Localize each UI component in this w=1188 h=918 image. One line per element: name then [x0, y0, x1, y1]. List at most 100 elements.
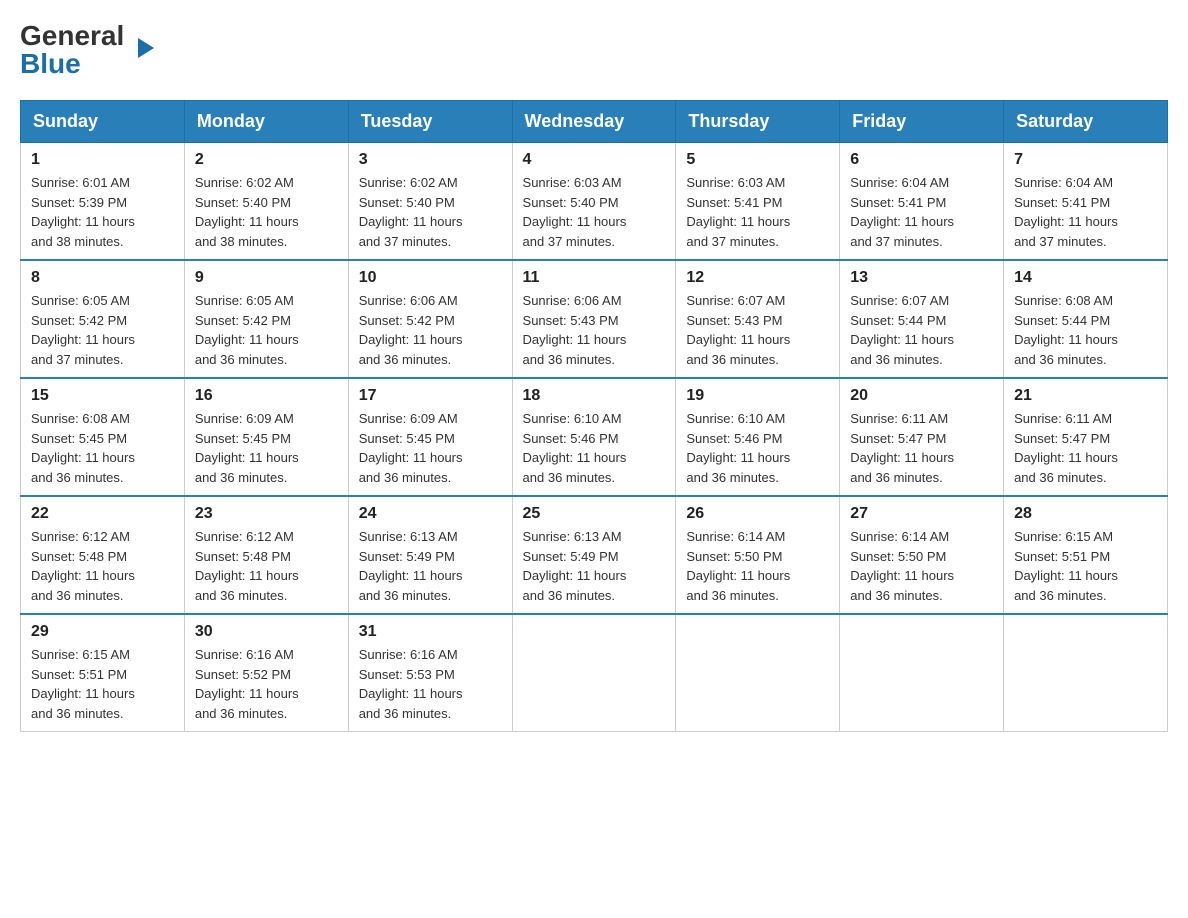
- calendar-cell: 5 Sunrise: 6:03 AMSunset: 5:41 PMDaylight…: [676, 143, 840, 261]
- day-info: Sunrise: 6:14 AMSunset: 5:50 PMDaylight:…: [686, 527, 829, 605]
- logo: General Blue: [20, 20, 138, 80]
- calendar-cell: [512, 614, 676, 732]
- calendar-cell: 3Sunrise: 6:02 AMSunset: 5:40 PMDaylight…: [348, 143, 512, 261]
- day-info: Sunrise: 6:15 AMSunset: 5:51 PMDaylight:…: [1014, 527, 1157, 605]
- calendar-week-row-3: 15 Sunrise: 6:08 AMSunset: 5:45 PMDayligh…: [21, 378, 1168, 496]
- day-number: 8: [31, 269, 174, 287]
- day-number: 23: [195, 505, 338, 523]
- header-wednesday: Wednesday: [512, 101, 676, 143]
- day-info: Sunrise: 6:08 AMSunset: 5:44 PMDaylight:…: [1014, 291, 1157, 369]
- day-number: 1: [31, 151, 174, 169]
- day-number: 18: [523, 387, 666, 405]
- calendar-cell: 29 Sunrise: 6:15 AMSunset: 5:51 PMDayligh…: [21, 614, 185, 732]
- day-number: 28: [1014, 505, 1157, 523]
- calendar-cell: 23 Sunrise: 6:12 AMSunset: 5:48 PMDayligh…: [184, 496, 348, 614]
- day-number: 29: [31, 623, 174, 641]
- day-number: 2: [195, 151, 338, 169]
- calendar-cell: 2 Sunrise: 6:02 AMSunset: 5:40 PMDaylight…: [184, 143, 348, 261]
- calendar-week-row-4: 22 Sunrise: 6:12 AMSunset: 5:48 PMDayligh…: [21, 496, 1168, 614]
- calendar-week-row-1: 1 Sunrise: 6:01 AMSunset: 5:39 PMDaylight…: [21, 143, 1168, 261]
- day-info: Sunrise: 6:03 AMSunset: 5:40 PMDaylight:…: [523, 173, 666, 251]
- calendar-cell: 20 Sunrise: 6:11 AMSunset: 5:47 PMDayligh…: [840, 378, 1004, 496]
- calendar-cell: 28 Sunrise: 6:15 AMSunset: 5:51 PMDayligh…: [1004, 496, 1168, 614]
- calendar-table: Sunday Monday Tuesday Wednesday Thursday…: [20, 100, 1168, 732]
- calendar-cell: 9Sunrise: 6:05 AMSunset: 5:42 PMDaylight…: [184, 260, 348, 378]
- calendar-cell: 13 Sunrise: 6:07 AMSunset: 5:44 PMDayligh…: [840, 260, 1004, 378]
- day-number: 19: [686, 387, 829, 405]
- calendar-cell: 16 Sunrise: 6:09 AMSunset: 5:45 PMDayligh…: [184, 378, 348, 496]
- day-info: Sunrise: 6:02 AMSunset: 5:40 PMDaylight:…: [195, 173, 338, 251]
- day-info: Sunrise: 6:06 AMSunset: 5:43 PMDaylight:…: [523, 291, 666, 369]
- day-info: Sunrise: 6:16 AMSunset: 5:52 PMDaylight:…: [195, 645, 338, 723]
- calendar-cell: 14 Sunrise: 6:08 AMSunset: 5:44 PMDayligh…: [1004, 260, 1168, 378]
- calendar-cell: 7 Sunrise: 6:04 AMSunset: 5:41 PMDaylight…: [1004, 143, 1168, 261]
- day-number: 25: [523, 505, 666, 523]
- calendar-cell: 30 Sunrise: 6:16 AMSunset: 5:52 PMDayligh…: [184, 614, 348, 732]
- day-number: 9: [195, 269, 338, 287]
- day-info: Sunrise: 6:08 AMSunset: 5:45 PMDaylight:…: [31, 409, 174, 487]
- day-info: Sunrise: 6:04 AMSunset: 5:41 PMDaylight:…: [1014, 173, 1157, 251]
- day-number: 14: [1014, 269, 1157, 287]
- calendar-header-row: Sunday Monday Tuesday Wednesday Thursday…: [21, 101, 1168, 143]
- day-number: 13: [850, 269, 993, 287]
- day-info: Sunrise: 6:11 AMSunset: 5:47 PMDaylight:…: [850, 409, 993, 487]
- day-info: Sunrise: 6:03 AMSunset: 5:41 PMDaylight:…: [686, 173, 829, 251]
- calendar-cell: 15 Sunrise: 6:08 AMSunset: 5:45 PMDayligh…: [21, 378, 185, 496]
- day-number: 21: [1014, 387, 1157, 405]
- calendar-week-row-5: 29 Sunrise: 6:15 AMSunset: 5:51 PMDayligh…: [21, 614, 1168, 732]
- header-friday: Friday: [840, 101, 1004, 143]
- day-number: 24: [359, 505, 502, 523]
- day-number: 27: [850, 505, 993, 523]
- calendar-cell: 31 Sunrise: 6:16 AMSunset: 5:53 PMDayligh…: [348, 614, 512, 732]
- day-info: Sunrise: 6:11 AMSunset: 5:47 PMDaylight:…: [1014, 409, 1157, 487]
- page-header: General Blue: [20, 20, 1168, 80]
- day-info: Sunrise: 6:07 AMSunset: 5:43 PMDaylight:…: [686, 291, 829, 369]
- header-sunday: Sunday: [21, 101, 185, 143]
- day-info: Sunrise: 6:09 AMSunset: 5:45 PMDaylight:…: [359, 409, 502, 487]
- logo-blue-text: Blue: [20, 48, 81, 80]
- day-number: 7: [1014, 151, 1157, 169]
- calendar-cell: 25 Sunrise: 6:13 AMSunset: 5:49 PMDayligh…: [512, 496, 676, 614]
- day-number: 31: [359, 623, 502, 641]
- day-info: Sunrise: 6:02 AMSunset: 5:40 PMDaylight:…: [359, 173, 502, 251]
- calendar-cell: 10Sunrise: 6:06 AMSunset: 5:42 PMDayligh…: [348, 260, 512, 378]
- calendar-cell: 4 Sunrise: 6:03 AMSunset: 5:40 PMDaylight…: [512, 143, 676, 261]
- day-number: 15: [31, 387, 174, 405]
- calendar-cell: 27 Sunrise: 6:14 AMSunset: 5:50 PMDayligh…: [840, 496, 1004, 614]
- day-info: Sunrise: 6:07 AMSunset: 5:44 PMDaylight:…: [850, 291, 993, 369]
- day-info: Sunrise: 6:09 AMSunset: 5:45 PMDaylight:…: [195, 409, 338, 487]
- day-number: 16: [195, 387, 338, 405]
- calendar-cell: [676, 614, 840, 732]
- day-info: Sunrise: 6:12 AMSunset: 5:48 PMDaylight:…: [195, 527, 338, 605]
- day-info: Sunrise: 6:14 AMSunset: 5:50 PMDaylight:…: [850, 527, 993, 605]
- day-info: Sunrise: 6:06 AMSunset: 5:42 PMDaylight:…: [359, 291, 502, 369]
- calendar-week-row-2: 8Sunrise: 6:05 AMSunset: 5:42 PMDaylight…: [21, 260, 1168, 378]
- calendar-cell: 1 Sunrise: 6:01 AMSunset: 5:39 PMDaylight…: [21, 143, 185, 261]
- day-info: Sunrise: 6:01 AMSunset: 5:39 PMDaylight:…: [31, 173, 174, 251]
- day-info: Sunrise: 6:15 AMSunset: 5:51 PMDaylight:…: [31, 645, 174, 723]
- day-info: Sunrise: 6:16 AMSunset: 5:53 PMDaylight:…: [359, 645, 502, 723]
- day-info: Sunrise: 6:12 AMSunset: 5:48 PMDaylight:…: [31, 527, 174, 605]
- calendar-cell: 21 Sunrise: 6:11 AMSunset: 5:47 PMDayligh…: [1004, 378, 1168, 496]
- day-number: 4: [523, 151, 666, 169]
- calendar-cell: 12Sunrise: 6:07 AMSunset: 5:43 PMDayligh…: [676, 260, 840, 378]
- day-info: Sunrise: 6:10 AMSunset: 5:46 PMDaylight:…: [523, 409, 666, 487]
- day-number: 5: [686, 151, 829, 169]
- day-number: 30: [195, 623, 338, 641]
- day-number: 6: [850, 151, 993, 169]
- calendar-cell: 19Sunrise: 6:10 AMSunset: 5:46 PMDayligh…: [676, 378, 840, 496]
- calendar-cell: 24Sunrise: 6:13 AMSunset: 5:49 PMDayligh…: [348, 496, 512, 614]
- day-number: 20: [850, 387, 993, 405]
- calendar-cell: 8Sunrise: 6:05 AMSunset: 5:42 PMDaylight…: [21, 260, 185, 378]
- day-info: Sunrise: 6:04 AMSunset: 5:41 PMDaylight:…: [850, 173, 993, 251]
- calendar-cell: [1004, 614, 1168, 732]
- calendar-cell: 26Sunrise: 6:14 AMSunset: 5:50 PMDayligh…: [676, 496, 840, 614]
- calendar-cell: 17Sunrise: 6:09 AMSunset: 5:45 PMDayligh…: [348, 378, 512, 496]
- day-number: 22: [31, 505, 174, 523]
- day-number: 11: [523, 269, 666, 287]
- header-thursday: Thursday: [676, 101, 840, 143]
- day-info: Sunrise: 6:13 AMSunset: 5:49 PMDaylight:…: [523, 527, 666, 605]
- calendar-cell: 11 Sunrise: 6:06 AMSunset: 5:43 PMDayligh…: [512, 260, 676, 378]
- calendar-cell: 22 Sunrise: 6:12 AMSunset: 5:48 PMDayligh…: [21, 496, 185, 614]
- header-tuesday: Tuesday: [348, 101, 512, 143]
